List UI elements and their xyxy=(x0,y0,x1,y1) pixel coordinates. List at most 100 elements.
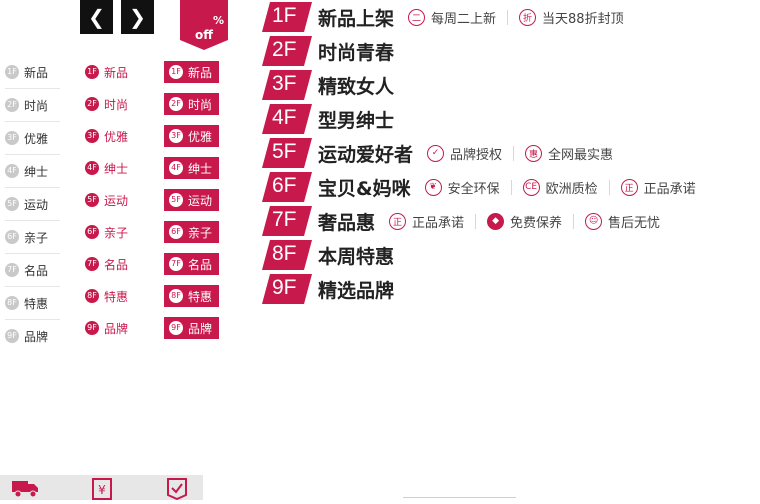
floor-nav-item[interactable]: 2F 时尚 xyxy=(164,88,219,120)
truck-icon[interactable] xyxy=(12,478,38,498)
floor-nav-item[interactable]: 7F 名品 xyxy=(85,248,140,280)
floor-nav-pill[interactable]: 8F 特惠 xyxy=(164,285,219,307)
floor-title[interactable]: 宝贝&妈咪 xyxy=(318,174,411,201)
feature-label: 安全环保 xyxy=(447,181,500,197)
floor-nav-item[interactable]: 6F 亲子 xyxy=(164,216,219,248)
floor-number-icon: 9F xyxy=(5,329,19,343)
floor-nav-item[interactable]: 5F 运动 xyxy=(164,184,219,216)
floor-nav-item[interactable]: 4F 绅士 xyxy=(164,152,219,184)
floor-nav-label: 亲子 xyxy=(24,230,49,245)
floor-title[interactable]: 本周特惠 xyxy=(318,242,394,269)
yen-receipt-icon[interactable]: ¥ xyxy=(91,478,113,500)
floor-nav-label: 特惠 xyxy=(188,289,213,304)
floor-nav-item[interactable]: 7F 名品 xyxy=(5,254,60,287)
feature-icon: 二 xyxy=(408,8,426,26)
prev-arrow-button[interactable]: ❮ xyxy=(80,0,113,34)
floor-title[interactable]: 时尚青春 xyxy=(318,38,394,65)
floor-nav-item[interactable]: 9F 品牌 xyxy=(5,320,60,352)
floor-row[interactable]: 8F 本周特惠 xyxy=(262,238,394,272)
next-arrow-button[interactable]: ❯ xyxy=(121,0,154,34)
floor-badge-number: 6F xyxy=(272,174,297,197)
floor-number-icon: 3F xyxy=(5,131,19,145)
floor-nav-item[interactable]: 4F 绅士 xyxy=(85,152,140,184)
floor-nav-item[interactable]: 2F 时尚 xyxy=(85,88,140,120)
floor-feature: ✓ 品牌授权 xyxy=(427,144,502,163)
floor-badge-number: 1F xyxy=(272,4,297,27)
feature-icon: ◆ xyxy=(487,212,505,230)
floor-nav-item[interactable]: 8F 特惠 xyxy=(5,287,60,320)
floor-row[interactable]: 3F 精致女人 xyxy=(262,68,394,102)
floor-nav-pill[interactable]: 5F 运动 xyxy=(164,189,219,211)
floor-number-icon: 5F xyxy=(169,193,183,207)
floor-nav-label: 时尚 xyxy=(24,98,49,113)
floor-badge: 8F xyxy=(262,240,312,270)
floor-nav-label: 亲子 xyxy=(188,225,213,240)
floor-number-icon: 9F xyxy=(169,321,183,335)
floor-nav-item[interactable]: 8F 特惠 xyxy=(164,280,219,312)
floor-nav-item[interactable]: 9F 品牌 xyxy=(85,312,140,344)
feature-label: 免费保养 xyxy=(510,215,563,231)
floor-number-icon: 3F xyxy=(85,129,99,143)
floor-nav-label: 新品 xyxy=(104,65,129,80)
floor-nav-item[interactable]: 8F 特惠 xyxy=(85,280,140,312)
floor-nav-label: 特惠 xyxy=(24,296,49,311)
floor-nav-item[interactable]: 1F 新品 xyxy=(164,56,219,88)
floor-nav-item[interactable]: 4F 绅士 xyxy=(5,155,60,188)
floor-title[interactable]: 新品上架 xyxy=(318,4,394,31)
floor-row[interactable]: 2F 时尚青春 xyxy=(262,34,394,68)
floor-nav-item[interactable]: 6F 亲子 xyxy=(85,216,140,248)
floor-badge: 7F xyxy=(262,206,312,236)
floor-title[interactable]: 精致女人 xyxy=(318,72,394,99)
floor-nav-label: 名品 xyxy=(104,257,129,272)
floor-nav-item[interactable]: 6F 亲子 xyxy=(5,221,60,254)
floor-number-icon: 6F xyxy=(169,225,183,239)
floor-nav-item[interactable]: 5F 运动 xyxy=(5,188,60,221)
feature-label: 每周二上新 xyxy=(431,11,497,27)
floor-number-icon: 6F xyxy=(5,230,19,244)
floor-nav-label: 品牌 xyxy=(104,321,129,336)
floor-nav-item[interactable]: 9F 品牌 xyxy=(164,312,219,344)
floor-title[interactable]: 型男绅士 xyxy=(318,106,394,133)
floor-row[interactable]: 4F 型男绅士 xyxy=(262,102,394,136)
floor-nav-item[interactable]: 1F 新品 xyxy=(5,56,60,89)
floor-row[interactable]: 1F 新品上架二每周二上新 折当天88折封顶 xyxy=(262,0,624,34)
floor-title[interactable]: 奢品惠 xyxy=(318,208,375,235)
floor-title[interactable]: 精选品牌 xyxy=(318,276,394,303)
floor-nav-hover: 1F 新品 2F 时尚 3F 优雅 4F 绅士 5F 运动 6F 亲子 7F 名品 8F 特惠 9F 品牌 xyxy=(85,56,140,344)
floor-nav-pill[interactable]: 6F 亲子 xyxy=(164,221,219,243)
floor-title[interactable]: 运动爱好者 xyxy=(318,140,413,167)
floor-nav-item[interactable]: 2F 时尚 xyxy=(5,89,60,122)
floor-nav-label: 新品 xyxy=(24,65,49,80)
floor-nav-pill[interactable]: 1F 新品 xyxy=(164,61,219,83)
feature-separator xyxy=(573,213,575,229)
floor-nav-pill[interactable]: 7F 名品 xyxy=(164,253,219,275)
floor-nav-item[interactable]: 3F 优雅 xyxy=(5,122,60,155)
floor-nav-item[interactable]: 3F 优雅 xyxy=(164,120,219,152)
floor-badge-number: 7F xyxy=(272,208,297,231)
floor-badge-number: 2F xyxy=(272,38,297,61)
floor-nav-label: 优雅 xyxy=(104,129,129,144)
floor-nav-pill[interactable]: 9F 品牌 xyxy=(164,317,219,339)
floor-number-icon: 5F xyxy=(5,197,19,211)
floor-nav-item[interactable]: 7F 名品 xyxy=(164,248,219,280)
floor-row[interactable]: 5F 运动爱好者 ✓ 品牌授权 惠全网最实惠 xyxy=(262,136,613,170)
feature-icon: ✓ xyxy=(427,144,445,162)
floor-row[interactable]: 6F 宝贝&妈咪 ❦ 安全环保 CE 欧洲质检 正正品承诺 xyxy=(262,170,696,204)
floor-nav-pill[interactable]: 3F 优雅 xyxy=(164,125,219,147)
floor-nav-pill[interactable]: 2F 时尚 xyxy=(164,93,219,115)
floor-nav-item[interactable]: 3F 优雅 xyxy=(85,120,140,152)
floor-row[interactable]: 7F 奢品惠正正品承诺 ◆ 免费保养 ☺ 售后无忧 xyxy=(262,204,660,238)
floor-nav-item[interactable]: 1F 新品 xyxy=(85,56,140,88)
floor-feature: CE 欧洲质检 xyxy=(522,178,598,197)
floor-nav-label: 绅士 xyxy=(188,161,213,176)
floor-number-icon: 8F xyxy=(5,296,19,310)
floor-number-icon: 4F xyxy=(5,164,19,178)
floor-nav-label: 品牌 xyxy=(188,321,213,336)
floor-nav-item[interactable]: 5F 运动 xyxy=(85,184,140,216)
floor-nav-label: 新品 xyxy=(188,65,213,80)
check-list-icon[interactable] xyxy=(166,478,188,501)
feature-separator xyxy=(510,179,512,195)
floor-badge-number: 9F xyxy=(272,276,297,299)
floor-row[interactable]: 9F 精选品牌 xyxy=(262,272,394,306)
floor-nav-pill[interactable]: 4F 绅士 xyxy=(164,157,219,179)
